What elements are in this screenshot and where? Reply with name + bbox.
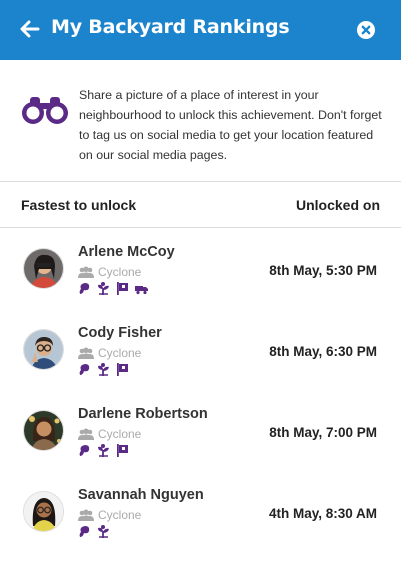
team: Cyclone	[78, 265, 141, 279]
badge-list	[78, 444, 135, 457]
truck-icon	[135, 286, 148, 295]
group-icon	[78, 266, 94, 278]
team: Cyclone	[78, 508, 141, 522]
table-row[interactable]: Savannah Nguyen Cyclone 4th May, 8:30 AM	[0, 472, 401, 553]
bean-icon	[79, 445, 90, 456]
bean-icon	[79, 364, 90, 375]
sprout-icon	[98, 363, 109, 376]
sprout-icon	[98, 525, 109, 538]
team-name: Cyclone	[98, 427, 142, 441]
team: Cyclone	[78, 346, 141, 360]
intro-text: Share a picture of a place of interest i…	[79, 88, 382, 162]
achievement-description: Share a picture of a place of interest i…	[0, 60, 401, 182]
bean-icon	[79, 283, 90, 294]
table-header: Fastest to unlock Unlocked on	[0, 182, 401, 228]
sprout-icon	[98, 282, 109, 295]
badge-list	[78, 363, 135, 376]
flag-icon	[117, 282, 128, 295]
avatar	[23, 491, 64, 532]
user-name: Arlene McCoy	[78, 244, 175, 260]
group-icon	[78, 509, 94, 521]
table-row[interactable]: Cody Fisher Cyclone 8th May, 6:30 PM	[0, 310, 401, 391]
team-name: Cyclone	[98, 508, 142, 522]
avatar	[23, 248, 64, 289]
arrow-left-icon[interactable]	[20, 19, 40, 39]
unlock-time: 4th May, 8:30 AM	[268, 506, 377, 521]
group-icon	[78, 428, 94, 440]
bean-icon	[79, 526, 90, 537]
table-row[interactable]: Arlene McCoy Cyclone 8th May, 5:30 PM	[0, 229, 401, 310]
avatar	[23, 410, 64, 451]
badge-list	[78, 525, 116, 538]
sprout-icon	[98, 444, 109, 457]
flag-icon	[117, 444, 128, 457]
unlock-time: 8th May, 5:30 PM	[269, 263, 377, 278]
page-title: My Backyard Rankings	[51, 16, 290, 38]
unlock-time: 8th May, 7:00 PM	[269, 425, 377, 440]
user-name: Savannah Nguyen	[78, 487, 204, 503]
group-icon	[78, 347, 94, 359]
column-header-fastest: Fastest to unlock	[21, 197, 137, 213]
team-name: Cyclone	[98, 265, 142, 279]
unlock-time: 8th May, 6:30 PM	[269, 344, 377, 359]
flag-icon	[117, 363, 128, 376]
user-name: Cody Fisher	[78, 325, 162, 341]
table-row[interactable]: Darlene Robertson Cyclone 8th May, 7:00 …	[0, 391, 401, 472]
team: Cyclone	[78, 427, 141, 441]
column-header-unlocked: Unlocked on	[295, 197, 380, 213]
binoculars-icon	[22, 97, 68, 124]
app-header: My Backyard Rankings	[0, 0, 401, 60]
avatar	[23, 329, 64, 370]
user-name: Darlene Robertson	[78, 406, 208, 422]
badge-list	[78, 282, 154, 295]
close-circle-icon[interactable]	[357, 21, 375, 39]
team-name: Cyclone	[98, 346, 142, 360]
